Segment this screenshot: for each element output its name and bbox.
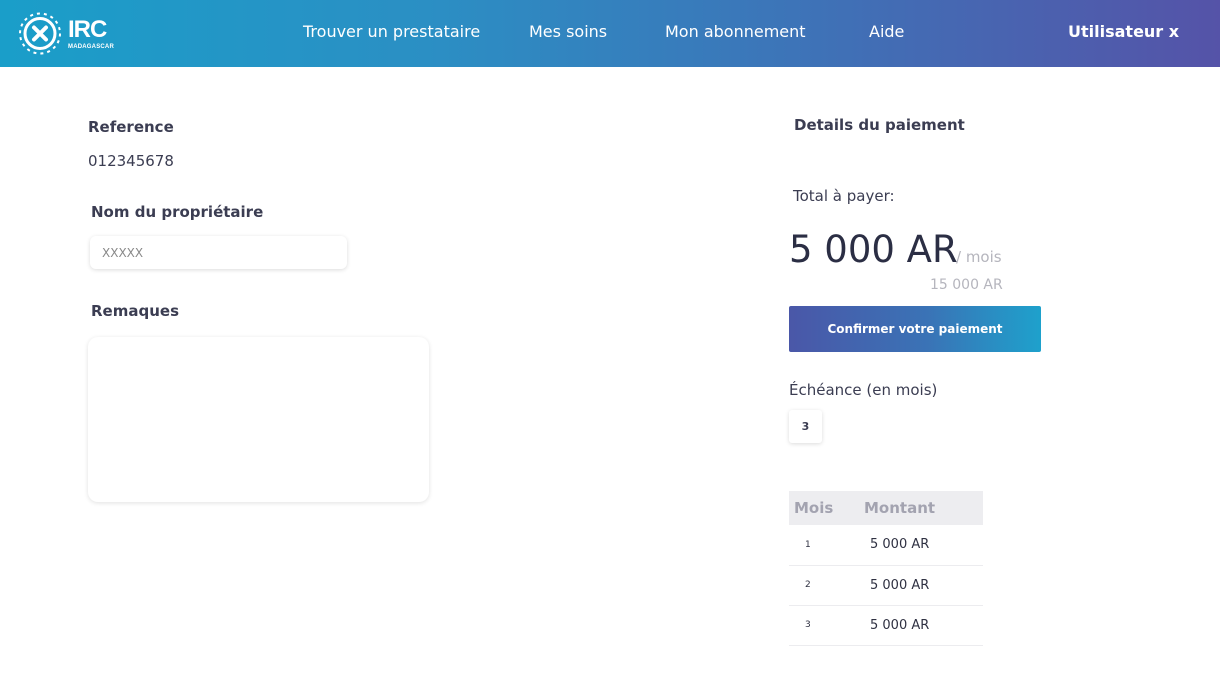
header-montant: Montant <box>864 491 983 525</box>
table-row: 1 5 000 AR <box>789 525 983 566</box>
echeance-select[interactable]: 3 <box>789 410 822 443</box>
logo-text: IRC <box>68 16 107 43</box>
header-mois: Mois <box>789 491 864 525</box>
row-montant: 5 000 AR <box>864 605 983 646</box>
reference-label: Reference <box>88 118 174 136</box>
row-montant: 5 000 AR <box>864 565 983 606</box>
nav-trouver-prestataire[interactable]: Trouver un prestataire <box>303 22 480 41</box>
table-row: 3 5 000 AR <box>789 605 983 646</box>
confirm-payment-button[interactable]: Confirmer votre paiement <box>789 306 1041 352</box>
irc-logo[interactable]: IRC MADAGASCAR <box>16 10 114 57</box>
row-mois: 2 <box>789 565 864 606</box>
user-menu[interactable]: Utilisateur x <box>1068 22 1179 41</box>
reference-value: 012345678 <box>88 152 174 170</box>
remarks-label: Remaques <box>91 302 179 320</box>
echeance-label: Échéance (en mois) <box>789 381 938 399</box>
amount-unit: / mois <box>956 248 1002 266</box>
remarks-textarea[interactable] <box>88 337 429 502</box>
top-navbar: IRC MADAGASCAR Trouver un prestataire Me… <box>0 0 1220 67</box>
total-label: Total à payer: <box>793 187 895 205</box>
owner-name-input[interactable] <box>90 236 347 269</box>
table-header-row: Mois Montant <box>789 491 983 525</box>
nav-aide[interactable]: Aide <box>869 22 904 41</box>
monthly-amount: 5 000 AR <box>789 228 958 271</box>
logo-subtext: MADAGASCAR <box>68 44 114 50</box>
nav-mes-soins[interactable]: Mes soins <box>529 22 607 41</box>
row-mois: 1 <box>789 525 864 566</box>
total-amount: 15 000 AR <box>930 277 1003 293</box>
nav-mon-abonnement[interactable]: Mon abonnement <box>665 22 806 41</box>
globe-cross-icon <box>19 12 61 55</box>
payment-schedule-table: Mois Montant 1 5 000 AR 2 5 000 AR 3 5 0… <box>789 491 983 646</box>
row-mois: 3 <box>789 605 864 646</box>
row-montant: 5 000 AR <box>864 525 983 566</box>
payment-details-title: Details du paiement <box>794 116 965 134</box>
table-row: 2 5 000 AR <box>789 565 983 606</box>
owner-label: Nom du propriétaire <box>91 203 264 221</box>
